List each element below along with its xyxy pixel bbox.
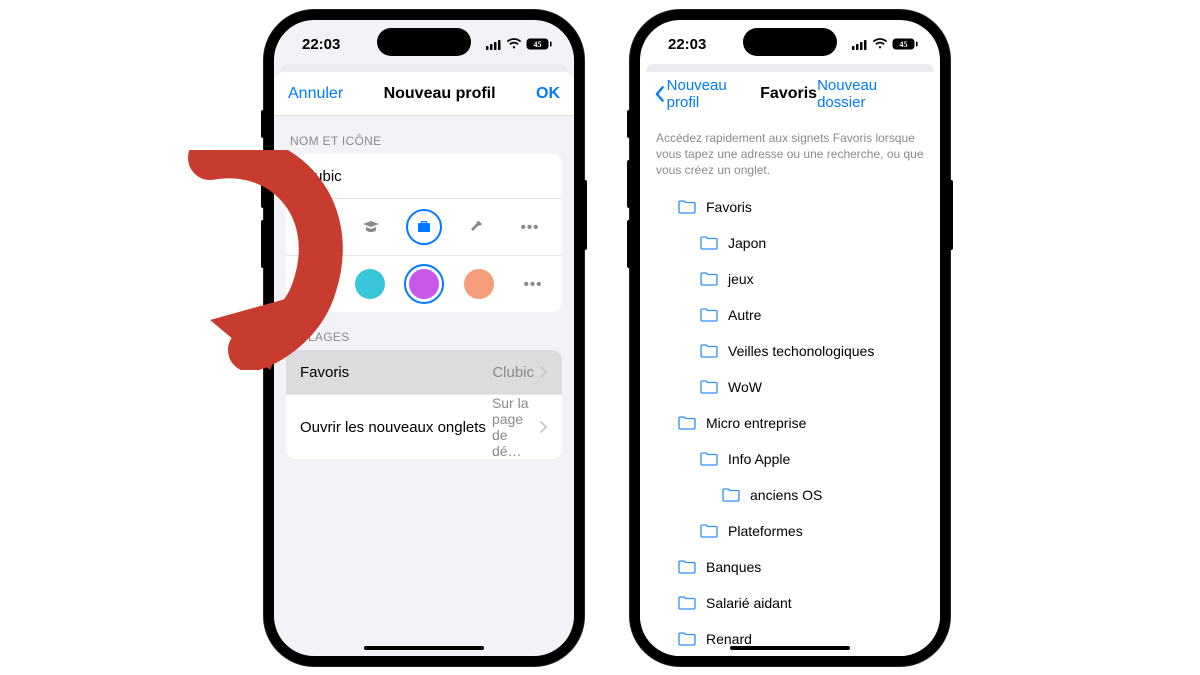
battery-icon: 45: [526, 38, 552, 50]
folder-icon: [722, 488, 740, 502]
favorites-row[interactable]: Favoris Clubic: [286, 350, 562, 394]
battery-icon: 45: [892, 38, 918, 50]
folder-label: Info Apple: [728, 451, 790, 467]
navbar: Annuler Nouveau profil OK: [274, 72, 574, 116]
folder-label: Plateformes: [728, 523, 803, 539]
color-two-tone[interactable]: [300, 269, 330, 299]
new-tabs-row[interactable]: Ouvrir les nouveaux onglets Sur la page …: [286, 394, 562, 459]
folder-icon: [700, 524, 718, 538]
cancel-button[interactable]: Annuler: [288, 85, 343, 103]
folder-icon: [700, 452, 718, 466]
folder-icon: [700, 236, 718, 250]
name-icon-card: Clubic •••: [286, 154, 562, 312]
folder-icon: [678, 200, 696, 214]
signal-icon: [852, 39, 868, 50]
folder-row[interactable]: anciens OS: [640, 477, 940, 513]
new-folder-button[interactable]: Nouveau dossier: [817, 77, 926, 111]
chevron-right-icon: [540, 366, 548, 378]
folder-label: Favoris: [706, 199, 752, 215]
status-time: 22:03: [302, 36, 340, 53]
color-coral[interactable]: [464, 269, 494, 299]
graduation-icon[interactable]: [353, 209, 389, 245]
folder-label: Veilles techonologiques: [728, 343, 874, 359]
folder-label: anciens OS: [750, 487, 822, 503]
folder-row[interactable]: Favoris: [640, 189, 940, 225]
nav-title: Favoris: [760, 85, 817, 103]
chevron-right-icon: [540, 421, 548, 433]
folder-row[interactable]: WoW: [640, 369, 940, 405]
svg-text:45: 45: [900, 40, 908, 49]
folder-label: Micro entreprise: [706, 415, 806, 431]
dynamic-island: [377, 28, 471, 56]
folder-icon: [700, 380, 718, 394]
folder-list: Favoris Japon jeux Autre Veilles techonologi…: [640, 189, 940, 656]
folder-icon: [700, 272, 718, 286]
chevron-left-icon: [654, 85, 665, 103]
folder-row[interactable]: Veilles techonologiques: [640, 333, 940, 369]
folder-row[interactable]: jeux: [640, 261, 940, 297]
hammer-icon[interactable]: [459, 209, 495, 245]
folder-label: Salarié aidant: [706, 595, 792, 611]
card-icon[interactable]: [300, 209, 336, 245]
color-magenta[interactable]: [409, 269, 439, 299]
phone-right: 22:03 45 Nouveau profil Favoris Nouveau: [630, 10, 950, 666]
status-time: 22:03: [668, 36, 706, 53]
folder-label: Banques: [706, 559, 761, 575]
folder-label: Renard: [706, 631, 752, 647]
dynamic-island: [743, 28, 837, 56]
color-cyan[interactable]: [355, 269, 385, 299]
more-colors-button[interactable]: •••: [518, 266, 548, 302]
folder-icon: [700, 344, 718, 358]
folder-row[interactable]: Plateformes: [640, 513, 940, 549]
icon-picker-row: •••: [286, 198, 562, 255]
folder-row[interactable]: Renard: [640, 621, 940, 656]
folder-row[interactable]: Salarié aidant: [640, 585, 940, 621]
more-icons-button[interactable]: •••: [512, 209, 548, 245]
profile-name-input[interactable]: Clubic: [286, 154, 562, 198]
settings-card: Favoris Clubic Ouvrir les nouveaux ongle…: [286, 350, 562, 459]
help-text: Accédez rapidement aux signets Favoris l…: [640, 116, 940, 189]
folder-row[interactable]: Info Apple: [640, 441, 940, 477]
home-indicator: [364, 646, 484, 650]
section-settings: ÉGLAGES: [274, 312, 574, 350]
back-button[interactable]: Nouveau profil: [654, 77, 760, 111]
folder-icon: [678, 632, 696, 646]
folder-icon: [678, 416, 696, 430]
svg-text:45: 45: [534, 40, 542, 49]
section-name-icon: Nom et icône: [274, 116, 574, 154]
folder-label: Autre: [728, 307, 761, 323]
color-picker-row: •••: [286, 255, 562, 312]
phone-left: 22:03 45 Annuler Nouveau profil OK Nom e…: [264, 10, 584, 666]
folder-icon: [678, 560, 696, 574]
navbar: Nouveau profil Favoris Nouveau dossier: [640, 72, 940, 116]
briefcase-icon[interactable]: [406, 209, 442, 245]
signal-icon: [486, 39, 502, 50]
wifi-icon: [506, 38, 522, 50]
folder-row[interactable]: Japon: [640, 225, 940, 261]
folder-icon: [678, 596, 696, 610]
folder-label: Japon: [728, 235, 766, 251]
nav-title: Nouveau profil: [343, 85, 536, 103]
home-indicator: [730, 646, 850, 650]
folder-row[interactable]: Banques: [640, 549, 940, 585]
folder-row[interactable]: Autre: [640, 297, 940, 333]
wifi-icon: [872, 38, 888, 50]
folder-icon: [700, 308, 718, 322]
folder-row[interactable]: Micro entreprise: [640, 405, 940, 441]
ok-button[interactable]: OK: [536, 85, 560, 103]
folder-label: WoW: [728, 379, 762, 395]
folder-label: jeux: [728, 271, 754, 287]
